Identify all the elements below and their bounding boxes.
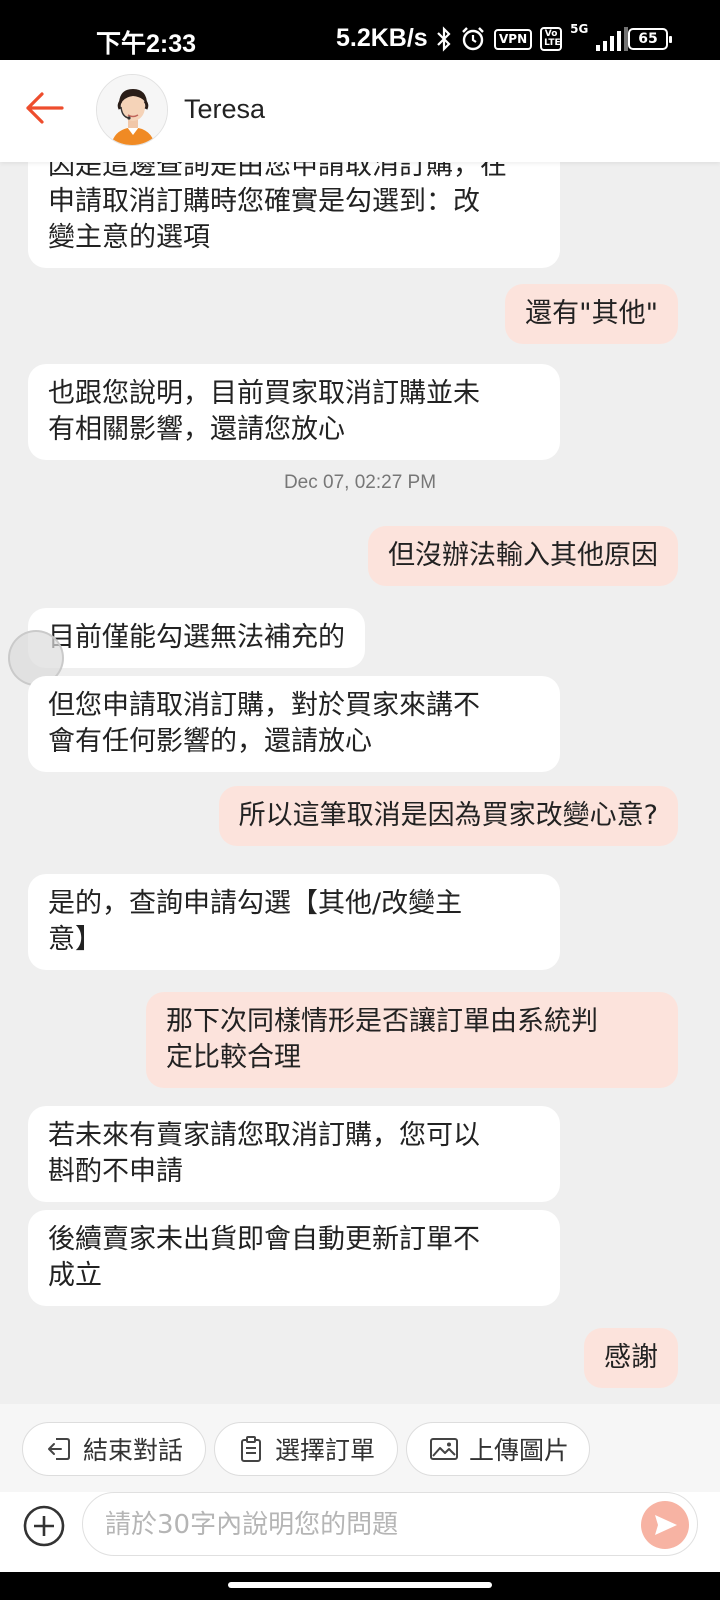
- message-incoming: 但您申請取消訂購，對於買家來講不 會有任何影響的，還請放心: [28, 676, 560, 772]
- message-incoming: 是的，查詢申請勾選【其他/改變主 意】: [28, 874, 560, 970]
- quick-actions-bar: 結束對話 選擇訂單 上傳圖片: [0, 1404, 720, 1492]
- message-incoming: 後續賣家未出貨即會自動更新訂單不 成立: [28, 1210, 560, 1306]
- select-order-label: 選擇訂單: [275, 1436, 376, 1465]
- back-arrow-icon: [26, 92, 64, 124]
- send-button[interactable]: [641, 1501, 689, 1549]
- vpn-badge: VPN: [494, 28, 533, 50]
- message-input-box: [82, 1492, 698, 1556]
- upload-image-button[interactable]: 上傳圖片: [406, 1422, 590, 1476]
- select-order-button[interactable]: 選擇訂單: [214, 1422, 398, 1476]
- status-icons: VPN Vo LTE 5G: [436, 22, 629, 54]
- message-outgoing: 但沒辦法輸入其他原因: [368, 526, 678, 586]
- send-icon: [655, 1515, 677, 1535]
- network-speed: 5.2KB/s: [336, 24, 428, 52]
- status-time: 下午2:33: [96, 30, 197, 58]
- exit-chat-icon: [48, 1438, 70, 1460]
- image-icon: [430, 1438, 458, 1460]
- message-outgoing: 感謝: [584, 1328, 678, 1388]
- end-chat-button[interactable]: 結束對話: [22, 1422, 206, 1476]
- upload-image-label: 上傳圖片: [469, 1436, 570, 1465]
- message-incoming: 也跟您說明，目前買家取消訂購並未 有相關影響，還請您放心: [28, 364, 560, 460]
- chat-area[interactable]: 因是這邊查詢是由您申請取消訂購，在 申請取消訂購時您確實是勾選到：改 變主意的選…: [0, 162, 720, 1404]
- message-incoming: 因是這邊查詢是由您申請取消訂購，在 申請取消訂購時您確實是勾選到：改 變主意的選…: [28, 162, 560, 268]
- message-input[interactable]: [105, 1505, 605, 1545]
- agent-avatar: [96, 74, 168, 146]
- end-chat-label: 結束對話: [83, 1436, 184, 1465]
- system-nav-bar: [0, 1572, 720, 1600]
- plus-circle-icon: [23, 1505, 65, 1547]
- signal-icon: [596, 27, 629, 51]
- battery-indicator: 65: [628, 28, 672, 50]
- add-attachment-button[interactable]: [22, 1504, 66, 1548]
- network-type: 5G: [570, 22, 589, 36]
- home-indicator[interactable]: [228, 1582, 492, 1588]
- agent-name: Teresa: [184, 94, 266, 124]
- chat-timestamp: Dec 07, 02:27 PM: [283, 472, 437, 493]
- message-incoming: 若未來有賣家請您取消訂購，您可以 斟酌不申請: [28, 1106, 560, 1202]
- back-button[interactable]: [22, 86, 66, 130]
- message-input-row: [0, 1492, 720, 1572]
- message-outgoing: 那下次同樣情形是否讓訂單由系統判 定比較合理: [146, 992, 678, 1088]
- status-bar: 下午2:33 5.2KB/s VPN Vo LTE 5G 65: [0, 0, 720, 60]
- bluetooth-icon: [437, 26, 451, 52]
- clipboard-icon: [241, 1436, 261, 1462]
- message-outgoing: 所以這筆取消是因為買家改變心意?: [218, 786, 678, 846]
- message-outgoing: 還有"其他": [505, 284, 678, 344]
- alarm-icon: [462, 27, 484, 51]
- chat-header: Teresa: [0, 60, 720, 162]
- volte-badge: Vo LTE: [540, 27, 563, 51]
- message-incoming: 目前僅能勾選無法補充的: [28, 608, 365, 668]
